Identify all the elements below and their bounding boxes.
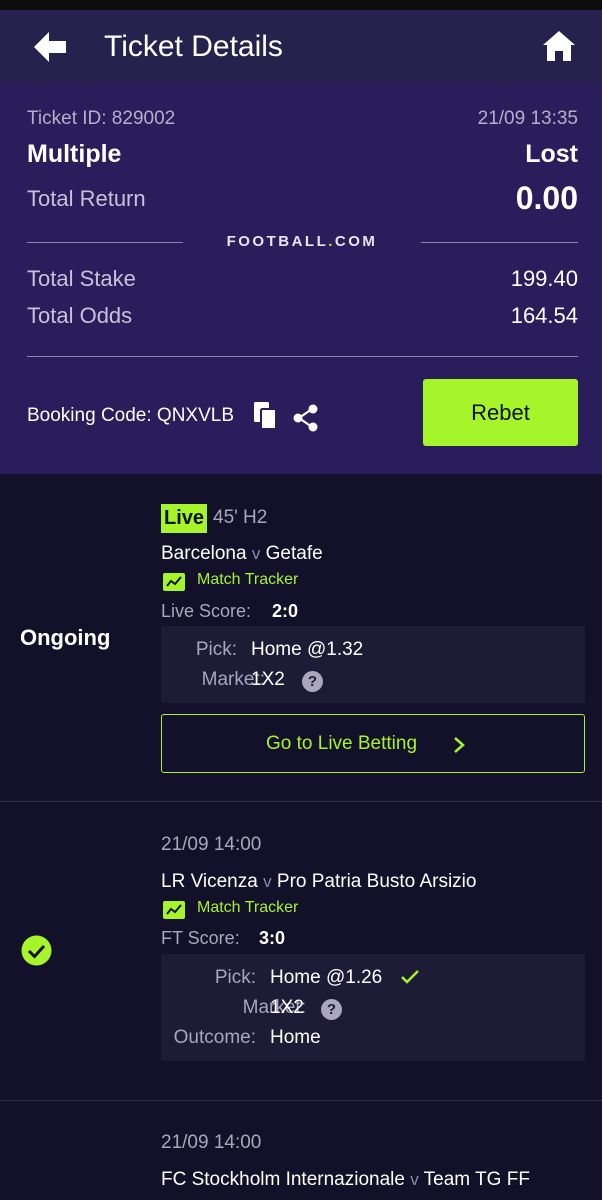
pick-details: Pick: Home @1.32 Market: 1X2 ?	[161, 626, 585, 703]
match-tracker-link[interactable]: Match Tracker	[163, 899, 313, 921]
outcome-value: Home	[270, 1027, 321, 1048]
match-teams: FC Stockholm Internazionale v Team TG FF	[161, 1169, 530, 1191]
help-icon[interactable]: ?	[302, 671, 323, 692]
pick-details: Pick: Home @1.26 Market: 1X2 ? Outcome: …	[161, 954, 585, 1061]
away-team: Getafe	[265, 543, 323, 564]
live-badge: Live	[161, 504, 208, 533]
score-label: Live Score:	[161, 601, 252, 621]
match-time: 21/09 14:00	[161, 834, 262, 855]
status-bar	[0, 0, 602, 10]
pick-label: Pick:	[214, 967, 256, 988]
arrow-left-icon	[34, 32, 66, 62]
market-label: Market:	[201, 669, 265, 690]
outcome-label: Outcome:	[173, 1027, 256, 1048]
share-icon[interactable]	[292, 404, 320, 432]
copy-icon[interactable]	[254, 402, 278, 432]
bet-type: Multiple	[27, 140, 122, 168]
total-return-value: 0.00	[515, 180, 578, 216]
ticket-date: 21/09 13:35	[477, 108, 578, 129]
home-team: FC Stockholm Internazionale	[161, 1169, 405, 1190]
score-value: 3:0	[259, 928, 286, 948]
ticket-summary: Ticket ID: 829002 21/09 13:35 Multiple L…	[0, 84, 602, 474]
versus: v	[263, 872, 272, 891]
pick-value: Home @1.26	[270, 967, 383, 988]
divider	[27, 242, 183, 243]
home-icon	[543, 31, 575, 61]
match-tracker-link[interactable]: Match Tracker	[163, 571, 313, 593]
versus: v	[251, 544, 261, 563]
ticket-status: Lost	[525, 140, 578, 168]
ticket-id: Ticket ID: 829002	[27, 108, 176, 129]
total-odds-value: 164.54	[510, 303, 578, 328]
app-header: Ticket Details	[0, 10, 602, 84]
selection-item: 21/09 14:00 FC Stockholm Internazionale …	[0, 1101, 602, 1200]
match-time: 21/09 14:00	[161, 1132, 262, 1153]
home-button[interactable]	[542, 30, 576, 62]
rebet-button[interactable]: Rebet	[423, 379, 578, 446]
back-button[interactable]	[34, 32, 70, 62]
chart-icon	[163, 901, 185, 919]
score-value: 2:0	[272, 601, 299, 621]
total-return-label: Total Return	[27, 186, 146, 211]
divider	[421, 242, 578, 243]
help-icon[interactable]: ?	[321, 999, 342, 1020]
market-value: 1X2	[251, 669, 285, 690]
away-team: Team TG FF	[423, 1169, 530, 1190]
match-teams: LR Vicenza v Pro Patria Busto Arsizio	[161, 871, 476, 893]
score-label: FT Score:	[161, 928, 240, 948]
home-team: Barcelona	[161, 543, 247, 564]
total-stake-value: 199.40	[510, 266, 578, 291]
checkmark-icon	[401, 970, 419, 984]
page-title: Ticket Details	[104, 30, 283, 63]
chart-icon	[163, 573, 185, 591]
go-to-live-betting-button[interactable]: Go to Live Betting	[161, 714, 585, 773]
selection-item: Ongoing Live 45' H2 Barcelona v Getafe M…	[0, 474, 602, 802]
booking-code: Booking Code: QNXVLB	[27, 405, 235, 426]
brand-logo: FOOTBALL.COM	[226, 233, 378, 250]
check-circle-icon	[21, 935, 52, 966]
away-team: Pro Patria Busto Arsizio	[276, 871, 477, 892]
total-odds-label: Total Odds	[27, 303, 133, 328]
chevron-right-icon	[454, 737, 465, 753]
total-stake-label: Total Stake	[27, 266, 136, 291]
pick-label: Pick:	[195, 639, 237, 660]
selection-item: 21/09 14:00 LR Vicenza v Pro Patria Bust…	[0, 802, 602, 1101]
pick-value: Home @1.32	[251, 639, 364, 660]
match-time: 45' H2	[213, 507, 268, 528]
match-teams: Barcelona v Getafe	[161, 543, 323, 565]
versus: v	[410, 1170, 419, 1189]
selection-state: Ongoing	[20, 625, 111, 650]
market-value: 1X2	[270, 997, 304, 1018]
home-team: LR Vicenza	[161, 871, 258, 892]
divider	[27, 356, 578, 357]
